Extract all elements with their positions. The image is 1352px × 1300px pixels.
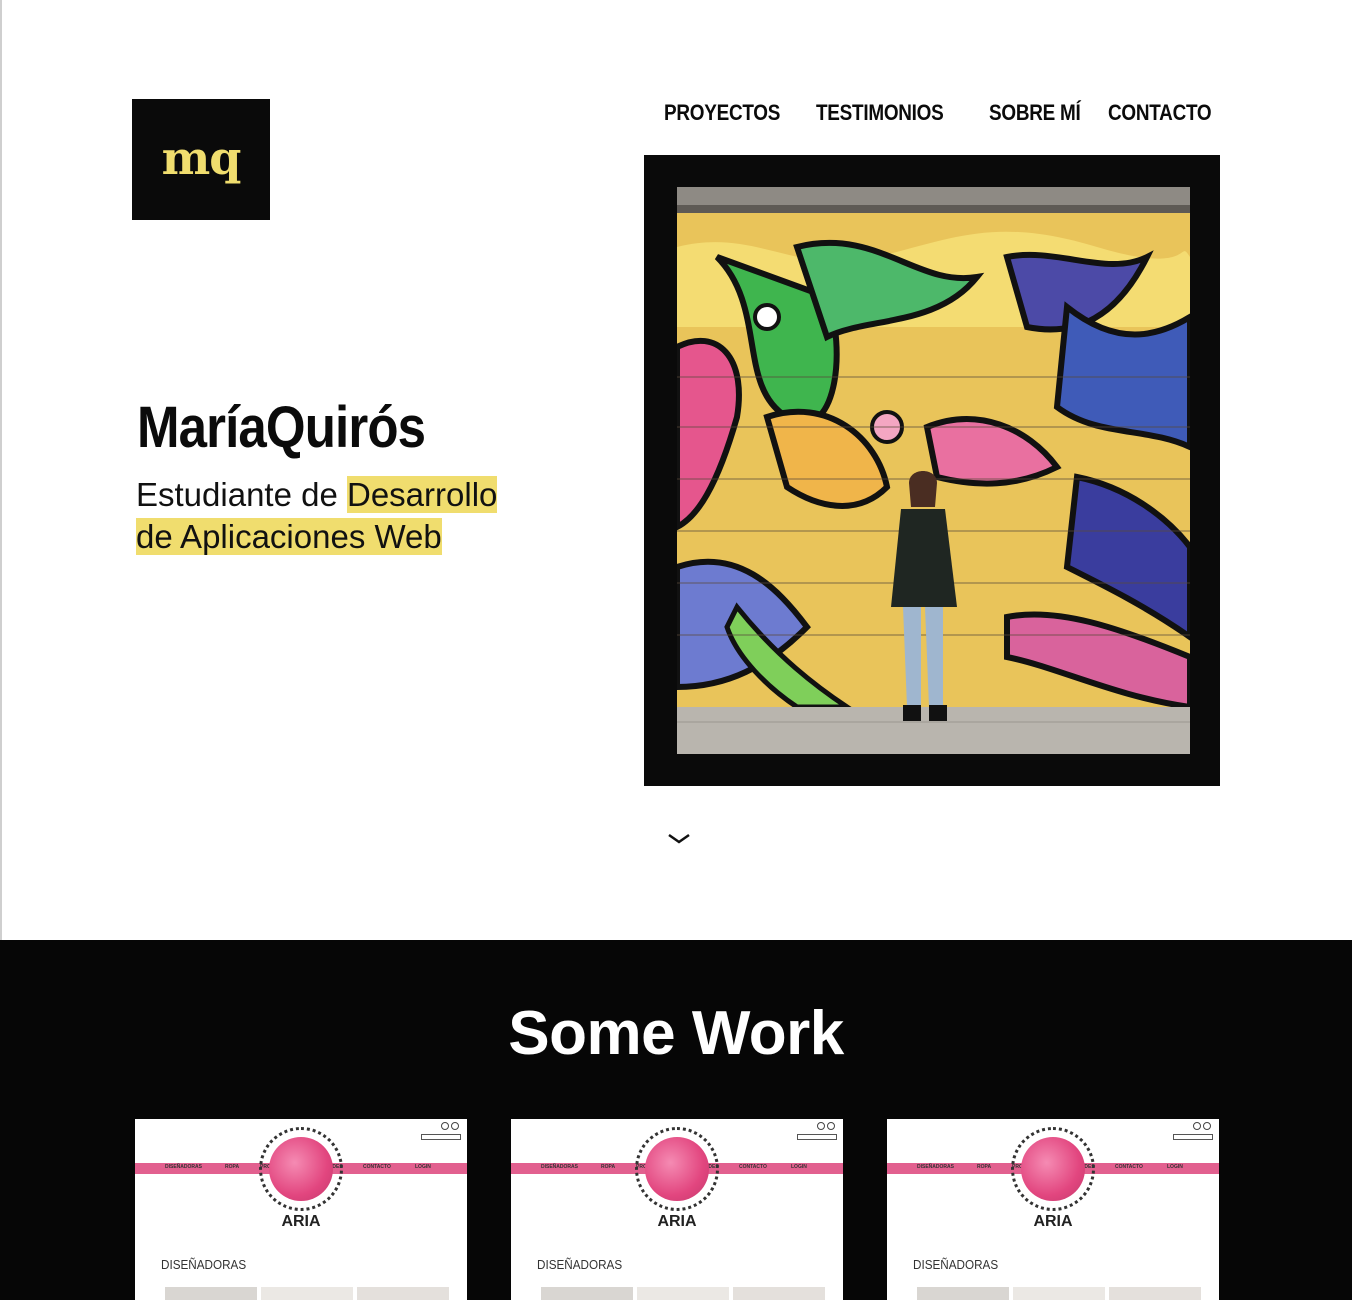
card-menu-item: LOGIN	[791, 1164, 807, 1170]
user-icon	[441, 1122, 449, 1130]
card-logo-sphere	[269, 1137, 333, 1201]
nav-contacto[interactable]: CONTACTO	[1108, 100, 1212, 126]
nav-sobre-mi[interactable]: SOBRE MÍ	[989, 100, 1081, 126]
card-thumbnails	[165, 1287, 449, 1300]
card-header-icons	[421, 1122, 461, 1142]
user-icon	[817, 1122, 825, 1130]
card-section-title: DISEÑADORAS	[537, 1257, 623, 1272]
card-header-icons	[797, 1122, 837, 1142]
hero-photo-frame	[644, 155, 1220, 786]
card-brand: ARIA	[281, 1213, 321, 1230]
work-card-1[interactable]: DISEÑADORAS ROPA PROMOCIONES NOVEDADES C…	[135, 1119, 467, 1300]
card-menu-item: DISEÑADORAS	[917, 1164, 954, 1170]
card-menu-item: CONTACTO	[1115, 1164, 1143, 1170]
search-icon	[421, 1134, 461, 1140]
card-header-icons	[1173, 1122, 1213, 1142]
mural-photo-image	[677, 187, 1190, 754]
card-thumb	[1013, 1287, 1105, 1300]
work-card-2[interactable]: DISEÑADORAS ROPA PROMOCIONES NOVEDADES C…	[511, 1119, 843, 1300]
cart-icon	[451, 1122, 459, 1130]
card-thumb	[541, 1287, 633, 1300]
card-menu-item: ROPA	[977, 1164, 992, 1170]
hero-subtitle: Estudiante de Desarrollo de Aplicaciones…	[136, 474, 566, 558]
hero-name: MaríaQuirós	[137, 395, 426, 460]
nav-testimonios[interactable]: TESTIMONIOS	[816, 100, 944, 126]
work-title: Some Work	[508, 999, 844, 1068]
search-icon	[1173, 1134, 1213, 1140]
scroll-down-chevron-icon[interactable]	[666, 830, 692, 846]
site-logo[interactable]: mq	[132, 99, 270, 220]
card-menu-item: CONTACTO	[363, 1164, 391, 1170]
main-nav: PROYECTOS TESTIMONIOS SOBRE MÍ CONTACTO	[662, 100, 1222, 128]
card-thumbnails	[541, 1287, 825, 1300]
card-logo-sphere	[645, 1137, 709, 1201]
card-menu-item: ROPA	[601, 1164, 616, 1170]
nav-proyectos[interactable]: PROYECTOS	[664, 100, 780, 126]
card-menu-item: DISEÑADORAS	[165, 1164, 202, 1170]
card-menu-item: ROPA	[225, 1164, 240, 1170]
cart-icon	[827, 1122, 835, 1130]
card-thumb	[733, 1287, 825, 1300]
card-menu-item: LOGIN	[415, 1164, 431, 1170]
card-thumb	[637, 1287, 729, 1300]
card-menu-item: LOGIN	[1167, 1164, 1183, 1170]
card-section-title: DISEÑADORAS	[913, 1257, 999, 1272]
left-border	[0, 0, 2, 940]
card-thumb	[261, 1287, 353, 1300]
card-thumbnails	[917, 1287, 1201, 1300]
card-menu-item: CONTACTO	[739, 1164, 767, 1170]
hero-subtitle-highlight-2: de Aplicaciones Web	[136, 518, 442, 555]
card-brand: ARIA	[1033, 1213, 1073, 1230]
card-thumb	[917, 1287, 1009, 1300]
card-logo-sphere	[1021, 1137, 1085, 1201]
card-thumb	[1109, 1287, 1201, 1300]
card-thumb	[357, 1287, 449, 1300]
card-thumb	[165, 1287, 257, 1300]
hero-photo	[677, 187, 1190, 754]
card-menu-item: DISEÑADORAS	[541, 1164, 578, 1170]
user-icon	[1193, 1122, 1201, 1130]
hero-subtitle-plain: Estudiante de	[136, 476, 347, 513]
search-icon	[797, 1134, 837, 1140]
work-card-3[interactable]: DISEÑADORAS ROPA PROMOCIONES NOVEDADES C…	[887, 1119, 1219, 1300]
card-section-title: DISEÑADORAS	[161, 1257, 247, 1272]
card-brand: ARIA	[657, 1213, 697, 1230]
cart-icon	[1203, 1122, 1211, 1130]
some-work-section: Some Work DISEÑADORAS ROPA PROMOCIONES N…	[0, 940, 1352, 1300]
hero-subtitle-highlight-1: Desarrollo	[347, 476, 498, 513]
logo-text: mq	[161, 130, 242, 185]
